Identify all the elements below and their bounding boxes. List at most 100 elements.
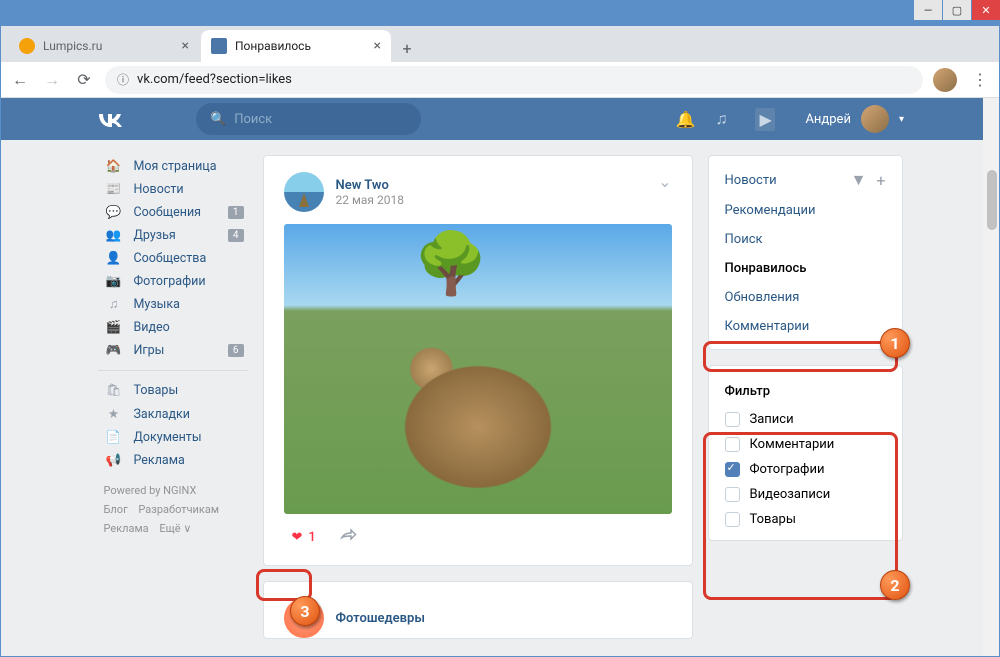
vk-page: 🔍 Поиск 🔔 ♫ ▶ Андрей ▾ 🏠Моя страница📰Нов… — [1, 98, 999, 656]
nav-label: Новости — [134, 182, 184, 197]
nav-label: Товары — [134, 383, 179, 398]
like-button[interactable]: ❤ 1 — [284, 526, 324, 549]
profile-avatar-button[interactable] — [933, 68, 957, 92]
chevron-down-icon: ▾ — [899, 114, 904, 125]
window-minimize-button[interactable]: — — [914, 0, 942, 20]
url-text: vk.com/feed?section=likes — [137, 72, 292, 87]
nav-item-5[interactable]: 📷 Фотографии — [98, 270, 248, 293]
post-author-avatar[interactable] — [284, 598, 324, 638]
checkbox[interactable] — [725, 412, 740, 427]
user-name: Андрей — [805, 112, 851, 127]
close-icon[interactable]: × — [374, 38, 381, 54]
checkbox[interactable] — [725, 512, 740, 527]
user-menu-button[interactable]: Андрей ▾ — [805, 105, 999, 133]
checkbox[interactable] — [725, 437, 740, 452]
address-bar[interactable]: ⓘ vk.com/feed?section=likes — [105, 66, 923, 94]
avatar — [861, 105, 889, 133]
filter-row-1[interactable]: Комментарии — [709, 432, 902, 457]
window-close-button[interactable]: ✕ — [972, 0, 1000, 20]
post-author-link[interactable]: Фотошедевры — [336, 611, 425, 626]
right-sidebar: Новости ▼ + Рекомендации Поиск Понравило… — [708, 155, 903, 654]
nav-label: Фотографии — [134, 274, 206, 289]
nav-item-6[interactable]: ♫Музыка — [98, 293, 248, 316]
post-author-link[interactable]: New Two — [336, 178, 404, 193]
nav-icon: 🛍 — [104, 383, 124, 398]
feed-column: New Two 22 мая 2018 ⌄ 🌳 ❤ 1 — [263, 155, 693, 654]
sidebar-item-search[interactable]: Поиск — [709, 225, 902, 254]
music-icon[interactable]: ♫ — [715, 109, 735, 129]
nav-label: Закладки — [134, 407, 191, 422]
filter-row-0[interactable]: Записи — [709, 407, 902, 432]
reload-button[interactable]: ⟳ — [73, 69, 95, 91]
filter-box: Фильтр Записи Комментарии Фотографии Видеоз… — [708, 365, 903, 541]
nav-item2-2[interactable]: 📄Документы — [98, 426, 248, 449]
filter-row-3[interactable]: Видеозаписи — [709, 482, 902, 507]
footer-link-dev[interactable]: Разработчикам — [138, 503, 219, 516]
browser-tab-vk[interactable]: Понравилось × — [201, 30, 391, 62]
nav-badge: 6 — [228, 344, 244, 357]
feed-post: New Two 22 мая 2018 ⌄ 🌳 ❤ 1 — [263, 155, 693, 566]
heart-icon: ❤ — [292, 530, 303, 545]
sidebar-item-updates[interactable]: Обновления — [709, 283, 902, 312]
window-maximize-button[interactable]: ▢ — [943, 0, 971, 20]
nav-icon: 👥 — [104, 228, 124, 243]
nav-item2-3[interactable]: 📢 Реклама — [98, 449, 248, 472]
filter-row-4[interactable]: Товары — [709, 507, 902, 532]
checkbox[interactable] — [725, 462, 740, 477]
sidebar-item-recs[interactable]: Рекомендации — [709, 196, 902, 225]
nav-item-3[interactable]: 👥Друзья4 — [98, 224, 248, 247]
nav-label: Видео — [134, 320, 170, 335]
nav-item-1[interactable]: 📰Новости — [98, 178, 248, 201]
nav-label: Реклама — [134, 453, 185, 468]
nav-label: Моя страница — [134, 159, 217, 174]
nav-item-0[interactable]: 🏠Моя страница — [98, 155, 248, 178]
filter-heading: Фильтр — [709, 374, 902, 407]
nav-icon: 👤 — [104, 251, 124, 266]
checkbox[interactable] — [725, 487, 740, 502]
nav-icon: 🎮 — [104, 343, 124, 358]
nav-item2-1[interactable]: ★ Закладки — [98, 402, 248, 426]
vk-logo[interactable] — [1, 111, 141, 127]
sidebar-tabs: Новости ▼ + Рекомендации Поиск Понравило… — [708, 155, 903, 350]
sidebar-item-news[interactable]: Новости — [725, 173, 841, 188]
footer-link-blog[interactable]: Блог — [104, 503, 128, 516]
filter-icon[interactable]: ▼ — [851, 170, 867, 190]
filter-label: Фотографии — [750, 462, 825, 477]
filter-row-2[interactable]: Фотографии — [709, 457, 902, 482]
share-button[interactable] — [338, 527, 358, 549]
browser-menu-button[interactable]: ⋮ — [969, 69, 991, 91]
new-tab-button[interactable]: + — [393, 34, 421, 62]
sidebar-item-liked[interactable]: Понравилось — [709, 254, 902, 283]
nav-icon: 📢 — [104, 453, 124, 468]
footer-link-more[interactable]: Ещё ∨ — [159, 522, 191, 535]
close-icon[interactable]: × — [182, 38, 189, 54]
post-menu-button[interactable]: ⌄ — [658, 172, 671, 191]
browser-tab-lumpics[interactable]: Lumpics.ru × — [9, 30, 199, 62]
filter-label: Комментарии — [750, 437, 835, 452]
nav-label: Сообщения — [134, 205, 202, 220]
post-image[interactable]: 🌳 — [284, 224, 672, 514]
powered-by: Powered by NGINX — [104, 484, 242, 497]
nav-item-7[interactable]: 🎬 Видео — [98, 316, 248, 339]
footer-link-ads[interactable]: Реклама — [104, 522, 149, 535]
filter-label: Записи — [750, 412, 794, 427]
nav-item2-0[interactable]: 🛍 Товары — [98, 379, 248, 402]
scrollbar-thumb[interactable] — [987, 170, 997, 230]
forward-button[interactable]: → — [41, 69, 63, 91]
post-author-avatar[interactable] — [284, 172, 324, 212]
notifications-icon[interactable]: 🔔 — [675, 110, 695, 129]
nav-icon: 📷 — [104, 274, 124, 289]
play-icon[interactable]: ▶ — [755, 108, 775, 131]
nav-icon: ★ — [104, 406, 124, 422]
nav-icon: 🎬 — [104, 320, 124, 335]
back-button[interactable]: ← — [9, 69, 31, 91]
nav-item-2[interactable]: 💬Сообщения1 — [98, 201, 248, 224]
search-placeholder: Поиск — [234, 112, 272, 127]
lock-icon: ⓘ — [117, 71, 129, 88]
nav-item-8[interactable]: 🎮Игры6 — [98, 339, 248, 362]
nav-item-4[interactable]: 👤Сообщества — [98, 247, 248, 270]
plus-icon[interactable]: + — [876, 171, 885, 190]
sidebar-item-comments[interactable]: Комментарии — [709, 312, 902, 341]
search-input[interactable]: 🔍 Поиск — [196, 103, 421, 135]
feed-post: Фотошедевры — [263, 581, 693, 639]
